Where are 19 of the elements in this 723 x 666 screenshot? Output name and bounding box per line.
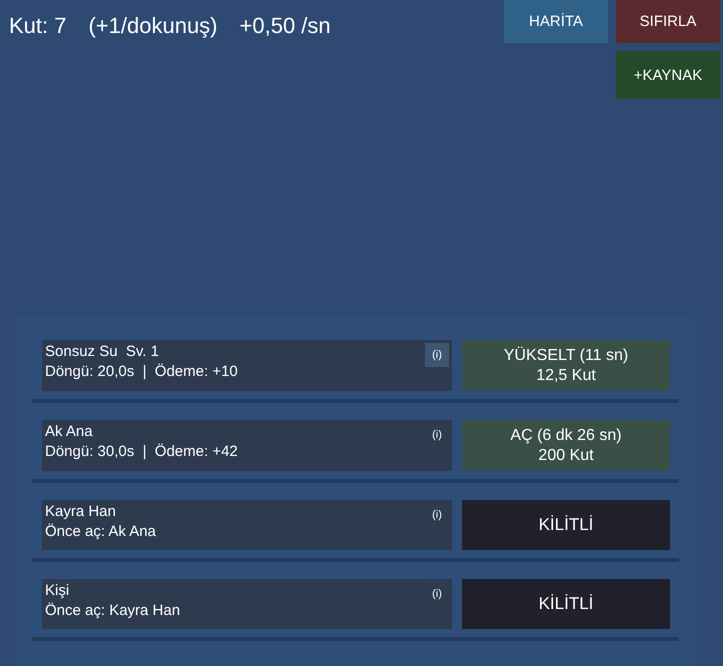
purchase-button[interactable]: AÇ (6 dk 26 sn) 200 Kut (462, 420, 670, 471)
producer-detail: Önce aç: Ak Ana (45, 522, 156, 542)
locked-button[interactable]: KİLİTLİ (462, 500, 670, 550)
stat-text: Kut: 7 (9, 13, 66, 39)
producer-name: Ak Ana (45, 422, 93, 442)
reset-button[interactable]: SIFIRLA (616, 0, 720, 43)
producer-detail: Döngü: 30,0s | Ödeme: +42 (45, 442, 238, 462)
producer-name: Sonsuz Su Sv. 1 (45, 342, 159, 362)
producer-detail: Döngü: 20,0s | Ödeme: +10 (45, 362, 238, 382)
purchase-button[interactable]: YÜKSELT (11 sn) 12,5 Kut (462, 340, 670, 391)
info-button[interactable]: (i) (425, 343, 449, 367)
locked-button[interactable]: KİLİTLİ (462, 579, 670, 629)
stat-text: +0,50 /sn (240, 13, 331, 39)
add-resource-button[interactable]: +KAYNAK (616, 51, 720, 99)
producer-detail: Önce aç: Kayra Han (45, 601, 180, 621)
producer-name: Kayra Han (45, 502, 116, 522)
producer-name: Kişi (45, 581, 70, 601)
stat-text: (+1/dokunuş) (88, 13, 218, 39)
map-button[interactable]: HARİTA (504, 0, 608, 43)
